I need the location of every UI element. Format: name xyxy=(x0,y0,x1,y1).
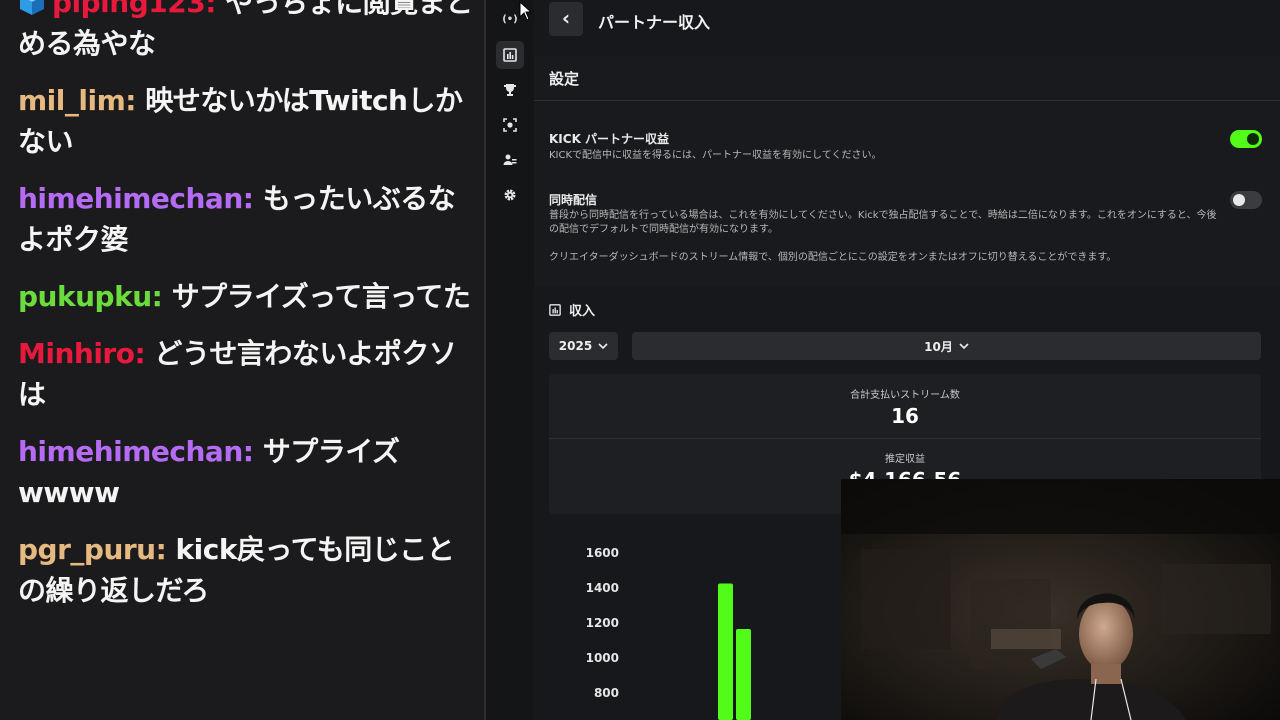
chat-username[interactable]: himehimechan: xyxy=(18,182,254,215)
chat-message: himehimechan: もったいぶるなよポク婆 xyxy=(18,178,478,260)
divider xyxy=(534,100,1280,101)
year-select[interactable]: 2025 xyxy=(549,332,618,360)
chat-username[interactable]: pgr_puru: xyxy=(18,533,167,566)
target-icon[interactable] xyxy=(496,111,524,139)
chat-overlay: piping123: やっちょに閲覧まとめる為やな mil_lim: 映せないかは… xyxy=(0,0,484,720)
revenue-bar[interactable] xyxy=(736,629,751,720)
chat-username[interactable]: mil_lim: xyxy=(18,84,136,117)
year-value: 2025 xyxy=(558,339,593,353)
revenue-heading: 収入 xyxy=(549,300,595,319)
chat-username[interactable]: pukupku: xyxy=(18,280,163,313)
simulcast-note: クリエイターダッシュボードのストリーム情報で、個別の配信ごとにこの設定をオンまた… xyxy=(549,252,1117,263)
broadcast-glyph: (•) xyxy=(502,13,518,25)
webcam-feed xyxy=(841,479,1280,720)
chat-message-list: piping123: やっちょに閲覧まとめる為やな mil_lim: 映せないかは… xyxy=(18,0,478,627)
chart-icon xyxy=(549,303,561,316)
partner-revenue-desc: KICKで配信中に収益を得るには、パートナー収益を有効にしてください。 xyxy=(549,150,882,161)
y-tick-label: 1600 xyxy=(586,546,619,560)
users-icon[interactable] xyxy=(496,146,524,174)
side-rail: (•) xyxy=(486,0,534,720)
y-tick-label: 1400 xyxy=(586,581,619,595)
estimated-revenue-label: 推定収益 xyxy=(885,454,925,465)
chat-message: pukupku: サプライズって言ってた xyxy=(18,276,478,317)
simulcast-toggle[interactable] xyxy=(1230,191,1262,209)
cube-badge-icon xyxy=(20,0,44,15)
settings-heading: 設定 xyxy=(549,70,580,88)
chat-message: pgr_puru: kick戻っても同じことの繰り返しだろ xyxy=(18,529,478,611)
mouse-cursor-icon xyxy=(519,1,533,21)
simulcast-desc: 普段から同時配信を行っている場合は、これを有効にしてください。Kickで独占配信… xyxy=(549,210,1217,235)
simulcast-title: 同時配信 xyxy=(549,193,598,207)
chat-username[interactable]: piping123: xyxy=(52,0,216,19)
chat-message: mil_lim: 映せないかはTwitchしかない xyxy=(18,80,478,162)
chart-icon[interactable] xyxy=(496,41,524,69)
chat-username[interactable]: Minhiro: xyxy=(18,337,146,370)
y-tick-label: 1000 xyxy=(586,651,619,665)
chat-username[interactable]: himehimechan: xyxy=(18,435,254,468)
revenue-heading-label: 収入 xyxy=(569,304,596,319)
gear-icon[interactable] xyxy=(496,181,524,209)
chevron-down-icon xyxy=(959,343,969,350)
month-value: 10月 xyxy=(924,339,953,354)
back-button[interactable]: ‹ xyxy=(549,2,583,36)
page-title: パートナー収入 xyxy=(598,13,711,32)
chat-message: himehimechan: サプライズwwww xyxy=(18,431,478,513)
chevron-left-icon: ‹ xyxy=(561,5,571,30)
chat-message: piping123: やっちょに閲覧まとめる為やな xyxy=(18,0,478,64)
y-tick-label: 800 xyxy=(594,686,619,700)
revenue-bar[interactable] xyxy=(718,583,733,720)
trophy-icon[interactable] xyxy=(496,76,524,104)
y-tick-label: 1200 xyxy=(586,616,619,630)
month-select[interactable]: 10月 xyxy=(632,332,1261,360)
settings-card: 設定 KICK パートナー収益 KICKで配信中に収益を得るには、パートナー収益… xyxy=(534,56,1280,286)
partner-revenue-toggle[interactable] xyxy=(1230,130,1262,148)
partner-revenue-title: KICK パートナー収益 xyxy=(549,132,670,146)
top-bar: ‹ パートナー収入 xyxy=(534,0,1280,40)
chevron-down-icon xyxy=(598,343,608,350)
chat-message: Minhiro: どうせ言わないよポクソは xyxy=(18,333,478,415)
toggle-knob xyxy=(1233,194,1245,206)
chat-text: サプライズって言ってた xyxy=(162,280,471,313)
total-streams-value: 16 xyxy=(891,404,919,428)
toggle-knob xyxy=(1247,133,1259,145)
divider xyxy=(549,438,1261,439)
total-streams-label: 合計支払いストリーム数 xyxy=(850,390,960,401)
